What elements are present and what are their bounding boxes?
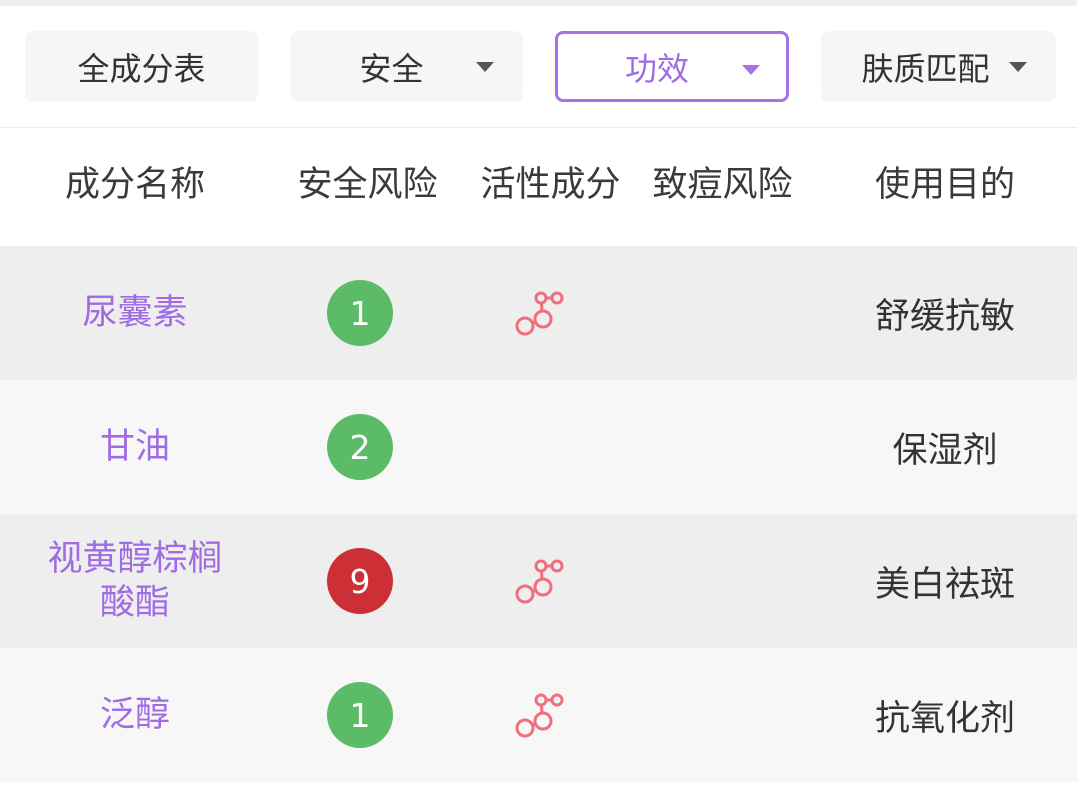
molecule-icon xyxy=(515,559,564,604)
risk-badge: 1 xyxy=(327,682,393,748)
ingredient-name[interactable]: 甘油 xyxy=(30,380,240,514)
header-ingredient-name: 成分名称 xyxy=(64,165,205,205)
table-row[interactable]: 甘油 2 保湿剂 xyxy=(0,380,1077,514)
filter-skin-type-dropdown[interactable]: 肤质匹配 xyxy=(821,31,1056,102)
active-cell xyxy=(480,246,600,380)
safety-risk-cell: 2 xyxy=(300,380,420,514)
purpose: 舒缓抗敏 xyxy=(874,296,1015,337)
ingredient-name-line1: 视黄醇棕榈 xyxy=(47,539,223,579)
header-acne-risk: 致痘风险 xyxy=(652,165,793,205)
table-row[interactable]: 尿囊素 1 舒缓抗敏 xyxy=(0,246,1077,380)
safety-risk-cell: 1 xyxy=(300,246,420,380)
active-cell xyxy=(480,648,600,782)
caret-down-icon xyxy=(1009,62,1027,72)
purpose: 美白祛斑 xyxy=(874,564,1015,605)
ingredient-name[interactable]: 泛醇 xyxy=(30,648,240,782)
purpose: 保湿剂 xyxy=(892,430,998,471)
safety-risk-cell: 1 xyxy=(300,648,420,782)
filter-bar: 全成分表 安全 功效 肤质匹配 xyxy=(0,6,1077,128)
purpose: 抗氧化剂 xyxy=(874,698,1015,739)
table-row[interactable]: 视黄醇棕榈 酸酯 9 美白祛斑 xyxy=(0,514,1077,648)
filter-efficacy-dropdown[interactable]: 功效 xyxy=(555,31,789,102)
table-row[interactable]: 泛醇 1 抗氧化剂 xyxy=(0,648,1077,782)
filter-efficacy-label: 功效 xyxy=(624,49,689,88)
risk-badge: 2 xyxy=(327,414,393,480)
molecule-icon xyxy=(515,291,564,336)
ingredient-name[interactable]: 尿囊素 xyxy=(30,246,240,380)
caret-down-icon xyxy=(742,65,760,75)
header-safety-risk: 安全风险 xyxy=(297,165,438,205)
table-header: 成分名称 安全风险 活性成分 致痘风险 使用目的 xyxy=(0,128,1077,246)
risk-badge: 1 xyxy=(327,280,393,346)
safety-risk-cell: 9 xyxy=(300,514,420,648)
filter-safety-dropdown[interactable]: 安全 xyxy=(290,31,523,102)
header-active-ingredient: 活性成分 xyxy=(480,165,621,205)
filter-full-ingredients[interactable]: 全成分表 xyxy=(25,31,258,102)
active-cell xyxy=(480,514,600,648)
filter-full-ingredients-label: 全成分表 xyxy=(77,49,206,88)
filter-safety-label: 安全 xyxy=(359,49,424,88)
header-purpose: 使用目的 xyxy=(874,165,1015,205)
filter-skin-type-label: 肤质匹配 xyxy=(861,49,990,88)
ingredient-name[interactable]: 视黄醇棕榈 酸酯 xyxy=(30,514,240,648)
risk-badge: 9 xyxy=(327,548,393,614)
molecule-icon xyxy=(515,693,564,738)
caret-down-icon xyxy=(476,62,494,72)
ingredient-name-line2: 酸酯 xyxy=(99,583,170,623)
